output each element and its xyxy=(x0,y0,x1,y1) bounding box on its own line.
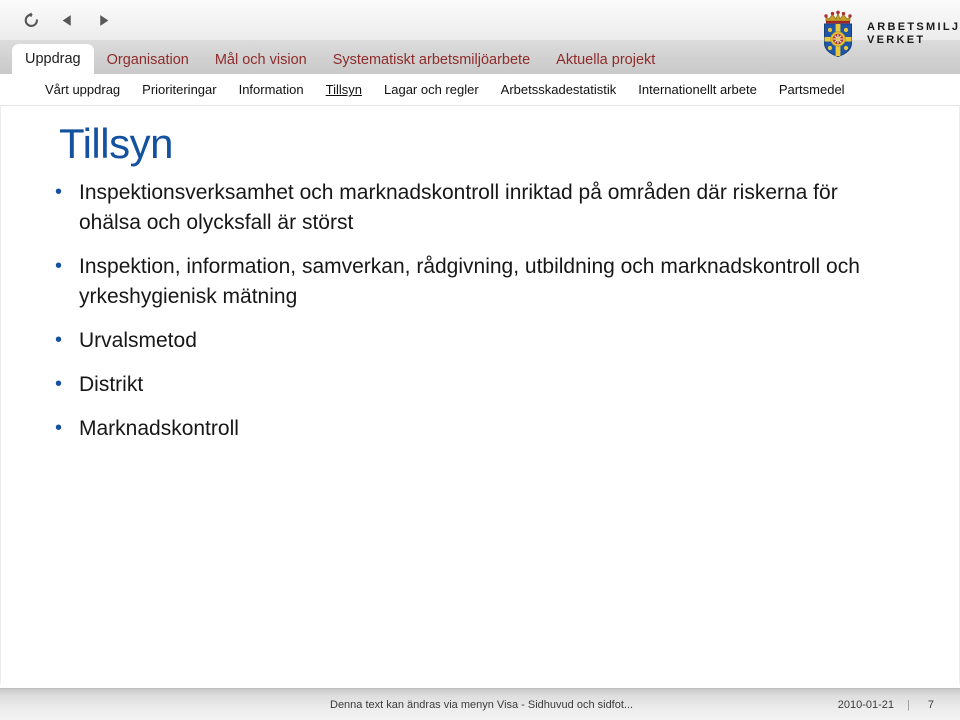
logo-wordmark: ARBETSMILJÖ VERKET xyxy=(867,21,960,48)
footer-page-number: 7 xyxy=(927,698,934,711)
list-item: Marknadskontroll xyxy=(47,413,877,444)
previous-icon[interactable] xyxy=(54,7,80,33)
subnav-item-vart-uppdrag[interactable]: Vårt uppdrag xyxy=(34,82,131,97)
subnav-item-lagar-och-regler[interactable]: Lagar och regler xyxy=(373,82,490,97)
footer-separator: | xyxy=(907,698,910,711)
list-item: Distrikt xyxy=(47,369,877,400)
tab-uppdrag[interactable]: Uppdrag xyxy=(12,44,94,74)
subnav-item-arbetsskadestatistik[interactable]: Arbetsskadestatistik xyxy=(490,82,628,97)
list-item: Inspektion, information, samverkan, rådg… xyxy=(47,251,877,312)
list-item: Urvalsmetod xyxy=(47,325,877,356)
secondary-navigation: Vårt uppdrag Prioriteringar Information … xyxy=(0,74,960,106)
subnav-item-internationellt-arbete[interactable]: Internationellt arbete xyxy=(627,82,768,97)
list-item: Inspektionsverksamhet och marknadskontro… xyxy=(47,177,877,238)
subnav-item-prioriteringar[interactable]: Prioriteringar xyxy=(131,82,227,97)
tab-organisation[interactable]: Organisation xyxy=(94,46,202,74)
slide-canvas: Tillsyn Inspektionsverksamhet och markna… xyxy=(0,106,960,684)
next-icon[interactable] xyxy=(90,7,116,33)
tab-mal-och-vision[interactable]: Mål och vision xyxy=(202,46,320,74)
subnav-item-information[interactable]: Information xyxy=(228,82,315,97)
logo-line-2: VERKET xyxy=(867,34,926,46)
page-title: Tillsyn xyxy=(59,120,173,167)
subnav-item-partsmedel[interactable]: Partsmedel xyxy=(768,82,856,97)
subnav-item-tillsyn[interactable]: Tillsyn xyxy=(315,82,373,97)
logo-line-1: ARBETSMILJÖ xyxy=(867,20,960,33)
tab-aktuella-projekt[interactable]: Aktuella projekt xyxy=(543,46,668,74)
slide-footer: Denna text kan ändras via menyn Visa - S… xyxy=(0,688,960,720)
swedish-coat-of-arms-icon xyxy=(818,10,858,58)
tab-systematiskt-arbetsmiljoarbete[interactable]: Systematiskt arbetsmiljöarbete xyxy=(320,46,543,74)
refresh-icon[interactable] xyxy=(18,7,44,33)
footer-date: 2010-01-21 xyxy=(837,698,894,711)
footer-note: Denna text kan ändras via menyn Visa - S… xyxy=(330,698,634,711)
bullet-list: Inspektionsverksamhet och marknadskontro… xyxy=(47,177,877,458)
presentation-page: Uppdrag Organisation Mål och vision Syst… xyxy=(0,0,960,720)
arbetsmiljoverket-logo: ARBETSMILJÖ VERKET xyxy=(810,6,960,62)
